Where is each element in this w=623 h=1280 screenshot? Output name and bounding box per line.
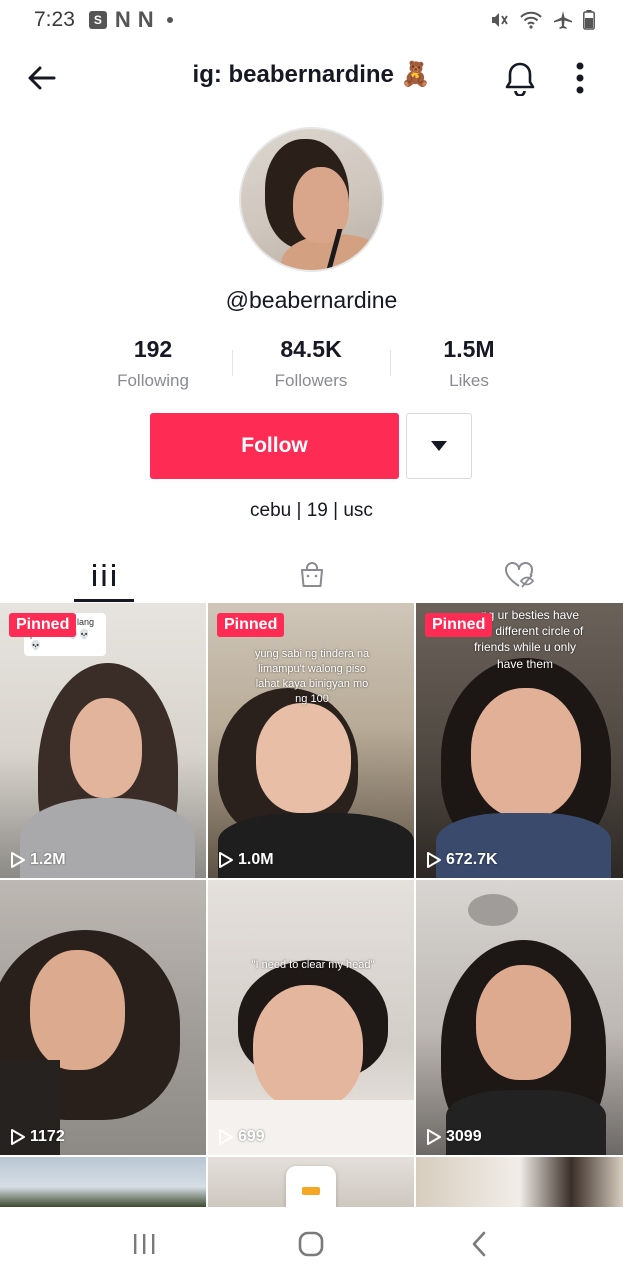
profile-stats: 192 Following 84.5K Followers 1.5M Likes bbox=[74, 336, 548, 396]
play-icon bbox=[219, 1129, 233, 1145]
mute-icon bbox=[492, 13, 508, 27]
play-icon bbox=[11, 852, 25, 868]
view-count: 3099 bbox=[426, 1128, 482, 1146]
tab-liked[interactable] bbox=[415, 548, 623, 602]
airplane-icon bbox=[554, 11, 572, 29]
pinned-badge: Pinned bbox=[217, 613, 285, 637]
profile-bio: cebu | 19 | usc bbox=[250, 500, 373, 521]
recent-apps-icon bbox=[133, 1233, 155, 1254]
notifications-button[interactable] bbox=[498, 56, 542, 100]
battery-icon bbox=[583, 10, 595, 30]
view-count: 1172 bbox=[10, 1128, 65, 1146]
video-tile[interactable]: ...ng ur besties have ...wn different ci… bbox=[416, 603, 623, 878]
caret-down-icon bbox=[431, 441, 447, 451]
pinned-badge: Pinned bbox=[9, 613, 77, 637]
play-icon bbox=[219, 852, 233, 868]
play-icon bbox=[427, 852, 441, 868]
wifi-icon bbox=[520, 11, 542, 29]
video-caption: "I need to clear my head" bbox=[251, 959, 375, 971]
pinned-badge: Pinned bbox=[425, 613, 493, 637]
view-count-value: 672.7K bbox=[446, 851, 498, 868]
view-count-value: 1.0M bbox=[238, 851, 274, 868]
play-icon bbox=[11, 1129, 25, 1145]
more-options-button[interactable] bbox=[562, 56, 598, 100]
video-caption: yung sabi ng tindera na limampu't walong… bbox=[254, 648, 370, 705]
n-icon: N bbox=[114, 7, 131, 32]
n-icon: N bbox=[137, 7, 154, 32]
system-navigation-bar bbox=[0, 1207, 623, 1280]
status-notification-icons: S N N bbox=[88, 7, 173, 33]
profile-header: ig: beabernardine 🧸 bbox=[0, 40, 623, 114]
view-count: 699 bbox=[218, 1128, 265, 1146]
view-count-value: 1.2M bbox=[30, 851, 66, 868]
chevron-left-icon bbox=[472, 1231, 486, 1256]
video-tile[interactable]: yung sabi ng tindera na limampu't walong… bbox=[208, 603, 414, 878]
stat-label: Followers bbox=[274, 371, 348, 390]
video-grid: y na ganda lang puhunan 💀💀💀 Pinned 1.2M … bbox=[0, 603, 623, 1155]
view-count-value: 699 bbox=[238, 1128, 265, 1145]
video-tile[interactable] bbox=[0, 1157, 206, 1207]
follow-button[interactable]: Follow bbox=[150, 413, 399, 479]
video-tile[interactable] bbox=[416, 1157, 623, 1207]
status-system-icons bbox=[489, 10, 595, 30]
dot-icon bbox=[166, 17, 173, 23]
status-time: 7:23 bbox=[34, 8, 75, 31]
tab-videos[interactable] bbox=[0, 548, 208, 602]
grid-icon bbox=[92, 564, 115, 586]
stat-likes: 1.5M Likes bbox=[390, 336, 548, 396]
video-tile[interactable]: 1172 bbox=[0, 880, 206, 1155]
system-back-button[interactable] bbox=[449, 1219, 509, 1269]
liked-hidden-icon bbox=[505, 562, 535, 588]
stat-followers[interactable]: 84.5K Followers bbox=[232, 336, 390, 396]
status-bar: 7:23 S N N bbox=[0, 0, 623, 40]
profile-tabs bbox=[0, 548, 623, 602]
stat-label: Following bbox=[117, 371, 189, 390]
video-tile[interactable]: "I need to clear my head" 699 bbox=[208, 880, 414, 1155]
view-count-value: 3099 bbox=[446, 1128, 482, 1145]
play-icon bbox=[427, 1129, 441, 1145]
video-tile[interactable]: 3099 bbox=[416, 880, 623, 1155]
stat-value: 192 bbox=[133, 336, 173, 362]
shop-bag-icon bbox=[300, 562, 323, 587]
suggested-accounts-button[interactable] bbox=[406, 413, 472, 479]
username: @beabernardine bbox=[225, 287, 398, 313]
view-count-value: 1172 bbox=[30, 1128, 65, 1145]
view-count: 672.7K bbox=[426, 851, 498, 869]
bell-icon bbox=[505, 62, 535, 96]
stat-label: Likes bbox=[449, 371, 489, 390]
home-button[interactable] bbox=[281, 1219, 341, 1269]
shop-icon: S bbox=[88, 11, 107, 29]
tab-shop[interactable] bbox=[208, 548, 416, 602]
stat-following[interactable]: 192 Following bbox=[74, 336, 232, 396]
home-icon bbox=[299, 1231, 324, 1256]
stat-value: 1.5M bbox=[443, 336, 495, 362]
more-vertical-icon bbox=[576, 62, 584, 94]
recent-apps-button[interactable] bbox=[114, 1219, 174, 1269]
app-shortcut-icon bbox=[302, 1187, 320, 1195]
stat-value: 84.5K bbox=[280, 336, 342, 362]
video-tile[interactable]: y na ganda lang puhunan 💀💀💀 Pinned 1.2M bbox=[0, 603, 206, 878]
view-count: 1.2M bbox=[10, 851, 66, 869]
view-count: 1.0M bbox=[218, 851, 274, 869]
avatar[interactable] bbox=[239, 127, 384, 272]
